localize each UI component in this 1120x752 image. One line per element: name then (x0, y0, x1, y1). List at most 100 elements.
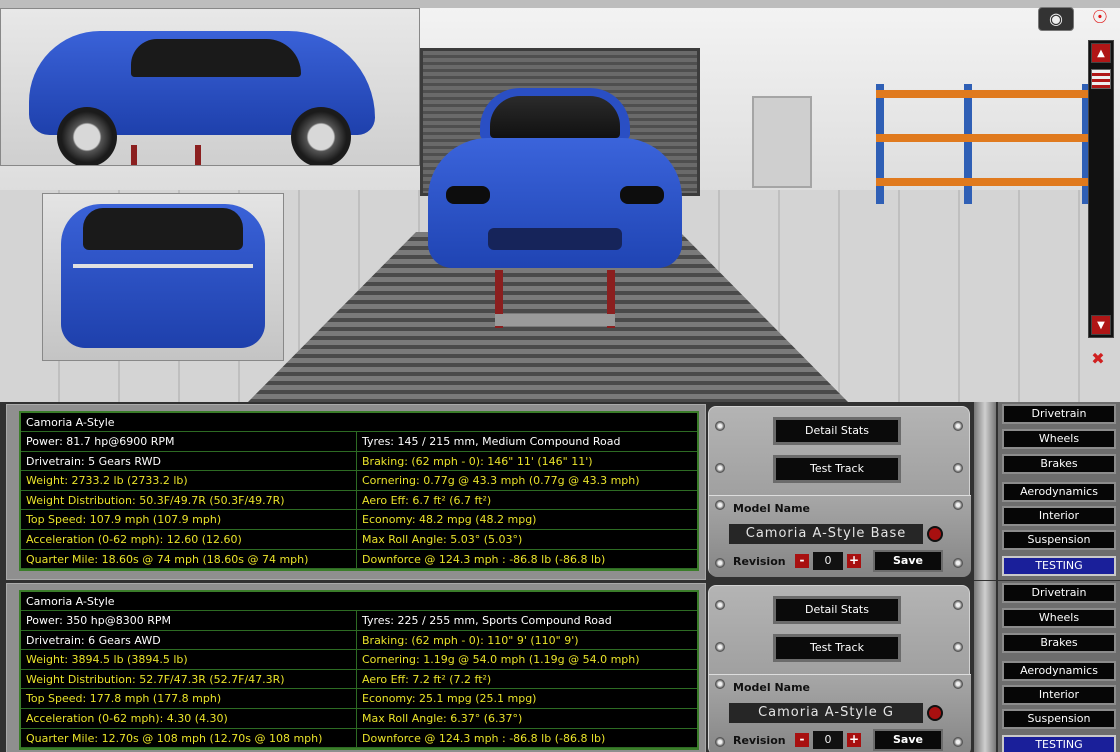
stats-row: Acceleration (0-62 mph): 4.30 (4.30) Max … (21, 708, 697, 729)
detail-stats-button[interactable]: Detail Stats (773, 596, 901, 624)
save-button[interactable]: Save (873, 550, 943, 572)
stats-row: Weight: 2733.2 lb (2733.2 lb) Cornering: … (21, 471, 697, 491)
tab-column: Drivetrain Wheels Brakes Aerodynamics Interi… (998, 581, 1120, 752)
stats-row: Top Speed: 177.8 mph (177.8 mph) Economy:… (21, 689, 697, 709)
stat-left: Power: 350 hp@8300 RPM (21, 611, 357, 630)
scroll-up-icon[interactable]: ▲ (1091, 43, 1111, 63)
stat-right: Braking: (62 mph - 0): 146" 11' (146" 11… (362, 454, 593, 468)
car-front-view[interactable] (428, 88, 682, 278)
tab-suspension[interactable]: Suspension (1002, 709, 1116, 729)
stat-right: Aero Eff: 7.2 ft² (7.2 ft²) (362, 672, 492, 686)
stat-left: Top Speed: 107.9 mph (107.9 mph) (21, 510, 357, 529)
tab-drivetrain[interactable]: Drivetrain (1002, 583, 1116, 603)
stats-row: Weight Distribution: 50.3F/49.7R (50.3F/… (21, 490, 697, 511)
camera-icon[interactable]: ◉ (1038, 7, 1074, 31)
stat-right: Braking: (62 mph - 0): 110" 9' (110" 9') (362, 633, 579, 647)
car-block-1: Camoria A-Style Power: 81.7 hp@6900 RPM T… (0, 402, 1120, 580)
model-name-field[interactable]: Camoria A-Style Base (729, 524, 923, 544)
car-side-view-inset (0, 8, 420, 166)
tab-interior[interactable]: Interior (1002, 506, 1116, 526)
car-rear-view-inset (42, 193, 284, 361)
model-name-label: Model Name (733, 681, 810, 694)
car-block-2: Camoria A-Style Power: 350 hp@8300 RPM Ty… (0, 581, 1120, 752)
stat-right: Downforce @ 124.3 mph : -86.8 lb (-86.8 … (362, 731, 606, 745)
stat-left: Weight: 2733.2 lb (2733.2 lb) (21, 471, 357, 490)
model-select-icon[interactable] (927, 705, 943, 721)
stats-row: Acceleration (0-62 mph): 12.60 (12.60) Ma… (21, 529, 697, 550)
model-name-label: Model Name (733, 502, 810, 515)
stat-left: Acceleration (0-62 mph): 12.60 (12.60) (21, 529, 357, 549)
zoom-scrollbar[interactable]: ▲ ▼ (1088, 40, 1114, 338)
model-select-icon[interactable] (927, 526, 943, 542)
tab-wheels[interactable]: Wheels (1002, 429, 1116, 449)
stats-row: Drivetrain: 5 Gears RWD Braking: (62 mph … (21, 451, 697, 472)
model-box: Model Name Camoria A-Style G Revision - … (709, 674, 971, 752)
control-panel: Detail Stats Test Track Model Name Camor… (708, 406, 971, 577)
stat-left: Power: 81.7 hp@6900 RPM (21, 432, 357, 451)
stat-left: Top Speed: 177.8 mph (177.8 mph) (21, 689, 357, 708)
revision-increment-button[interactable]: + (847, 733, 861, 747)
stats-row: Power: 81.7 hp@6900 RPM Tyres: 145 / 215 … (21, 432, 697, 452)
model-box: Model Name Camoria A-Style Base Revision… (709, 495, 971, 577)
stat-left: Drivetrain: 5 Gears RWD (21, 451, 357, 471)
comparison-panel: Camoria A-Style Power: 81.7 hp@6900 RPM T… (0, 402, 1120, 752)
stat-left: Weight: 3894.5 lb (3894.5 lb) (21, 650, 357, 669)
tab-brakes[interactable]: Brakes (1002, 454, 1116, 474)
stat-right: Aero Eff: 6.7 ft² (6.7 ft²) (362, 493, 492, 507)
tab-brakes[interactable]: Brakes (1002, 633, 1116, 653)
stat-right: Max Roll Angle: 5.03° (5.03°) (362, 532, 523, 546)
model-name-field[interactable]: Camoria A-Style G (729, 703, 923, 723)
view-toggle-icon[interactable]: ✖ (1082, 346, 1114, 372)
test-track-button[interactable]: Test Track (773, 455, 901, 483)
test-track-button[interactable]: Test Track (773, 634, 901, 662)
eye-icon[interactable]: ☉ (1084, 6, 1116, 30)
scroll-thumb[interactable] (1091, 69, 1111, 89)
stat-right: Tyres: 145 / 215 mm, Medium Compound Roa… (362, 435, 621, 448)
stats-table: Camoria A-Style Power: 350 hp@8300 RPM Ty… (19, 590, 699, 751)
revision-decrement-button[interactable]: - (795, 554, 809, 568)
revision-label: Revision (733, 555, 786, 568)
tab-testing[interactable]: TESTING (1002, 735, 1116, 752)
stat-right: Economy: 25.1 mpg (25.1 mpg) (362, 692, 537, 706)
garage-viewport[interactable]: ◉ ☉ ▲ ▼ ✖ (0, 0, 1120, 402)
stat-right: Cornering: 0.77g @ 43.3 mph (0.77g @ 43.… (362, 474, 640, 488)
stat-left: Acceleration (0-62 mph): 4.30 (4.30) (21, 708, 357, 728)
tab-suspension[interactable]: Suspension (1002, 530, 1116, 550)
revision-label: Revision (733, 734, 786, 747)
revision-value: 0 (813, 552, 843, 570)
stat-left: Quarter Mile: 12.70s @ 108 mph (12.70s @… (21, 728, 357, 748)
stats-row: Weight: 3894.5 lb (3894.5 lb) Cornering: … (21, 650, 697, 670)
tab-testing[interactable]: TESTING (1002, 556, 1116, 576)
detail-stats-button[interactable]: Detail Stats (773, 417, 901, 445)
save-button[interactable]: Save (873, 729, 943, 751)
revision-value: 0 (813, 731, 843, 749)
tab-aerodynamics[interactable]: Aerodynamics (1002, 482, 1116, 502)
stat-right: Economy: 48.2 mpg (48.2 mpg) (362, 513, 537, 527)
scroll-down-icon[interactable]: ▼ (1091, 315, 1111, 335)
tab-aerodynamics[interactable]: Aerodynamics (1002, 661, 1116, 681)
stat-right: Tyres: 225 / 255 mm, Sports Compound Roa… (362, 614, 612, 627)
ceiling-strip (0, 0, 1120, 8)
stats-frame: Camoria A-Style Power: 81.7 hp@6900 RPM T… (6, 404, 706, 580)
back-door (752, 96, 812, 188)
storage-shelf (876, 84, 1096, 204)
tab-wheels[interactable]: Wheels (1002, 608, 1116, 628)
stats-row: Quarter Mile: 12.70s @ 108 mph (12.70s @… (21, 728, 697, 749)
tab-drivetrain[interactable]: Drivetrain (1002, 404, 1116, 424)
stats-row: Quarter Mile: 18.60s @ 74 mph (18.60s @ … (21, 549, 697, 570)
revision-decrement-button[interactable]: - (795, 733, 809, 747)
car-title: Camoria A-Style (21, 592, 697, 611)
stats-frame: Camoria A-Style Power: 350 hp@8300 RPM Ty… (6, 583, 706, 752)
stat-right: Cornering: 1.19g @ 54.0 mph (1.19g @ 54.… (362, 653, 640, 667)
car-lift-base (495, 314, 615, 326)
stat-right: Max Roll Angle: 6.37° (6.37°) (362, 711, 523, 725)
control-panel: Detail Stats Test Track Model Name Camor… (708, 585, 971, 752)
tab-column: Drivetrain Wheels Brakes Aerodynamics Interi… (998, 402, 1120, 580)
tab-interior[interactable]: Interior (1002, 685, 1116, 705)
stat-left: Weight Distribution: 52.7F/47.3R (52.7F/… (21, 669, 357, 689)
panel-divider (974, 581, 996, 752)
revision-increment-button[interactable]: + (847, 554, 861, 568)
stats-row: Power: 350 hp@8300 RPM Tyres: 225 / 255 m… (21, 611, 697, 631)
stat-left: Weight Distribution: 50.3F/49.7R (50.3F/… (21, 490, 357, 510)
stats-row: Top Speed: 107.9 mph (107.9 mph) Economy:… (21, 510, 697, 530)
